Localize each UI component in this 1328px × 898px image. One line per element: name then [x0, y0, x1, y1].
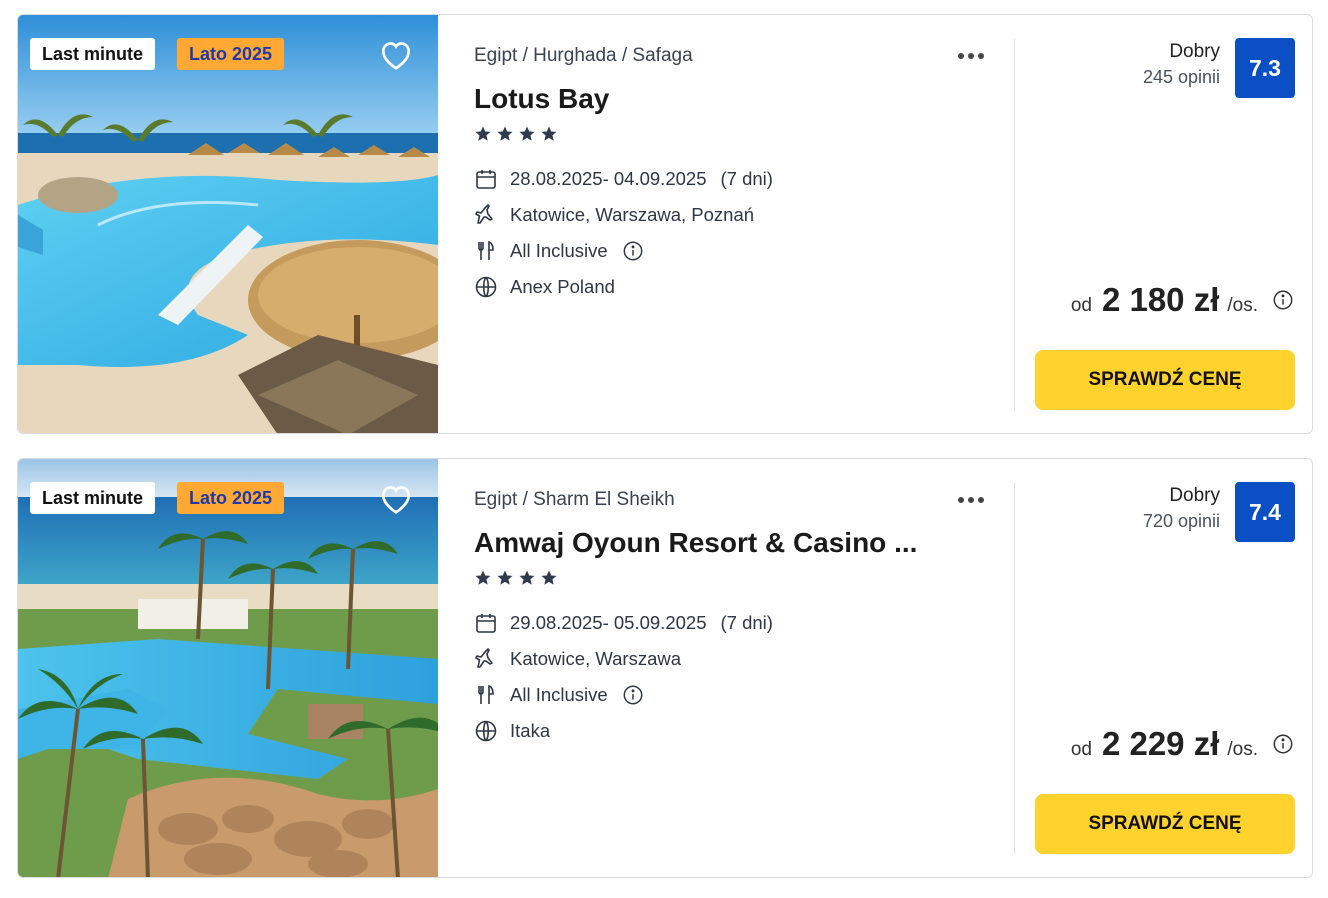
offer-details: Egipt / Sharm El Sheikh Amwaj Oyoun Reso… [474, 459, 1004, 877]
departure-airports: Katowice, Warszawa, Poznań [474, 202, 754, 228]
offer-details: Egipt / Hurghada / Safaga Lotus Bay 28.0… [474, 15, 1004, 433]
season-badge: Lato 2025 [177, 38, 285, 70]
star-icon [475, 570, 491, 585]
plane-icon [474, 647, 498, 671]
price-prefix: od [1070, 739, 1092, 760]
price-prefix: od [1070, 295, 1092, 316]
star-icon [541, 570, 557, 585]
tour-operator: Anex Poland [474, 274, 615, 300]
duration-text: (7 dni) [720, 612, 773, 633]
board-type: All Inclusive [474, 682, 644, 708]
travel-dates: 28.08.2025- 04.09.2025 (7 dni) [474, 166, 773, 192]
tour-operator: Itaka [474, 718, 550, 744]
heart-outline-icon[interactable] [378, 37, 414, 71]
travel-dates: 29.08.2025- 05.09.2025 (7 dni) [474, 610, 773, 636]
hotel-name[interactable]: Amwaj Oyoun Resort & Casino ... [474, 527, 917, 559]
rating-label: Dobry [1169, 485, 1220, 506]
check-price-button[interactable]: SPRAWDŹ CENĘ [1035, 794, 1295, 854]
review-count[interactable]: 245 opinii [1143, 67, 1220, 88]
hotel-name[interactable]: Lotus Bay [474, 83, 609, 115]
offer-card[interactable]: Last minute Lato 2025 Egipt / Hurghada /… [17, 14, 1313, 434]
hotel-stars [474, 125, 558, 143]
departure-airports: Katowice, Warszawa [474, 646, 681, 672]
heart-outline-icon[interactable] [378, 481, 414, 515]
last-minute-badge: Last minute [30, 482, 156, 514]
globe-icon [474, 719, 498, 743]
info-icon[interactable] [1272, 733, 1294, 755]
plane-icon [474, 203, 498, 227]
operator-text: Anex Poland [510, 276, 615, 297]
star-icon [497, 570, 513, 585]
rating-label: Dobry [1169, 41, 1220, 62]
review-count[interactable]: 720 opinii [1143, 511, 1220, 532]
star-icon [475, 126, 491, 141]
hotel-photo[interactable]: Last minute Lato 2025 [18, 459, 438, 877]
dates-text: 29.08.2025- 05.09.2025 [510, 612, 707, 633]
departure-text: Katowice, Warszawa [510, 648, 682, 669]
board-text: All Inclusive [510, 684, 608, 705]
rating-score: 7.3 [1235, 38, 1295, 98]
cutlery-icon [474, 239, 498, 263]
info-icon[interactable] [1272, 289, 1294, 311]
divider [1014, 483, 1015, 854]
price-unit: /os. [1227, 739, 1258, 760]
operator-text: Itaka [510, 720, 551, 741]
more-dots-icon[interactable] [958, 45, 988, 67]
star-icon [519, 570, 535, 585]
hotel-stars [474, 569, 558, 587]
destination-breadcrumb[interactable]: Egipt / Hurghada / Safaga [474, 45, 693, 67]
rating-summary[interactable]: Dobry 720 opinii [1143, 485, 1220, 532]
season-badge: Lato 2025 [177, 482, 285, 514]
info-icon[interactable] [622, 684, 644, 706]
price-amount: 2 180 zł [1101, 281, 1220, 318]
offer-card[interactable]: Last minute Lato 2025 Egipt / Sharm El S… [17, 458, 1313, 878]
dates-text: 28.08.2025- 04.09.2025 [510, 168, 707, 189]
departure-text: Katowice, Warszawa, Poznań [510, 204, 755, 225]
check-price-button[interactable]: SPRAWDŹ CENĘ [1035, 350, 1295, 410]
star-icon [519, 126, 535, 141]
more-dots-icon[interactable] [958, 489, 988, 511]
divider [1014, 39, 1015, 410]
board-text: All Inclusive [510, 240, 608, 261]
info-icon[interactable] [622, 240, 644, 262]
destination-breadcrumb[interactable]: Egipt / Sharm El Sheikh [474, 489, 675, 511]
globe-icon [474, 275, 498, 299]
duration-text: (7 dni) [720, 168, 773, 189]
calendar-icon [474, 167, 498, 191]
rating-score: 7.4 [1235, 482, 1295, 542]
price-amount: 2 229 zł [1101, 725, 1220, 762]
price-block: od 2 180 zł /os. [1071, 281, 1294, 319]
price-unit: /os. [1227, 295, 1258, 316]
rating-summary[interactable]: Dobry 245 opinii [1143, 41, 1220, 88]
star-icon [497, 126, 513, 141]
hotel-photo[interactable]: Last minute Lato 2025 [18, 15, 438, 433]
star-icon [541, 126, 557, 141]
price-block: od 2 229 zł /os. [1071, 725, 1294, 763]
board-type: All Inclusive [474, 238, 644, 264]
last-minute-badge: Last minute [30, 38, 156, 70]
cutlery-icon [474, 683, 498, 707]
calendar-icon [474, 611, 498, 635]
